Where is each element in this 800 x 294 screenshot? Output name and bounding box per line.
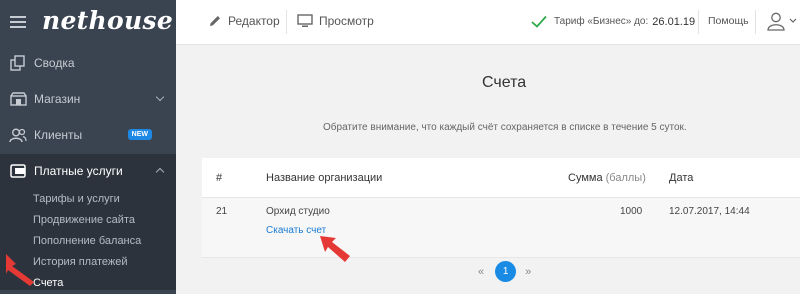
- column-header-sum: Сумма (баллы): [568, 172, 646, 184]
- sidebar-item-label: Клиенты: [34, 128, 83, 142]
- tariff-date: 26.01.19: [652, 15, 696, 28]
- submenu-item-invoices[interactable]: Счета: [33, 277, 63, 289]
- divider: [698, 10, 699, 34]
- hamburger-menu-icon[interactable]: [10, 16, 26, 28]
- sidebar-item-paid-services[interactable]: Платные услуги: [0, 154, 176, 188]
- column-header-number: #: [216, 172, 223, 184]
- top-bar: Редактор Просмотр Тариф «Бизнес» до: 26.…: [176, 0, 800, 45]
- sidebar-item-store[interactable]: Магазин: [0, 82, 176, 116]
- pagination: « 1 »: [478, 261, 531, 282]
- chevron-down-icon: [789, 18, 797, 24]
- monitor-icon: [297, 14, 313, 28]
- sidebar-header: nethouse: [0, 0, 176, 46]
- table-header: # Название организации Сумма (баллы) Дат…: [202, 158, 800, 198]
- sum-label: Сумма: [568, 172, 603, 184]
- sum-unit: (баллы): [605, 172, 646, 184]
- copy-icon: [9, 55, 27, 71]
- submenu-item-payment-history[interactable]: История платежей: [33, 256, 128, 268]
- cell-date: 12.07.2017, 14:44: [669, 206, 750, 217]
- new-badge: NEW: [127, 129, 152, 140]
- column-header-organization: Название организации: [266, 172, 383, 184]
- invoices-table: # Название организации Сумма (баллы) Дат…: [202, 158, 800, 258]
- pagination-page-current[interactable]: 1: [495, 261, 517, 282]
- preview-button[interactable]: Просмотр: [297, 14, 374, 28]
- store-icon: [9, 91, 27, 107]
- divider: [755, 10, 756, 34]
- pagination-prev[interactable]: «: [478, 266, 484, 278]
- chevron-up-icon: [155, 167, 165, 177]
- help-link[interactable]: Помощь: [708, 15, 749, 27]
- sidebar: nethouse Сводка Магазин Клиенты NEW Плат…: [0, 0, 176, 294]
- user-menu[interactable]: [766, 11, 797, 31]
- chevron-down-icon: [155, 92, 165, 102]
- cell-number: 21: [216, 206, 228, 217]
- submenu-item-promotion[interactable]: Продвижение сайта: [33, 214, 135, 226]
- cell-organization: Орхид студио: [266, 206, 330, 217]
- check-icon: [531, 15, 547, 28]
- sidebar-item-overview[interactable]: Сводка: [0, 46, 176, 80]
- tariff-status[interactable]: Тариф «Бизнес» до: 26.01.19: [531, 15, 695, 28]
- tariff-label: Тариф «Бизнес» до:: [554, 16, 649, 27]
- editor-button[interactable]: Редактор: [208, 14, 280, 28]
- nethouse-logo[interactable]: nethouse: [42, 6, 173, 35]
- column-header-date: Дата: [669, 172, 694, 184]
- users-icon: [9, 127, 27, 143]
- sidebar-item-clients[interactable]: Клиенты NEW: [0, 118, 176, 152]
- annotation-arrow-icon: [2, 254, 34, 286]
- pencil-icon: [208, 14, 222, 28]
- sidebar-item-label: Платные услуги: [34, 164, 123, 178]
- pagination-next[interactable]: »: [525, 266, 531, 278]
- user-icon: [766, 11, 786, 31]
- submenu-item-tariffs[interactable]: Тарифы и услуги: [33, 193, 120, 205]
- cell-sum: 1000: [620, 206, 643, 217]
- submenu-item-topup[interactable]: Пополнение баланса: [33, 235, 141, 247]
- preview-label: Просмотр: [319, 14, 374, 28]
- sidebar-item-label: Магазин: [34, 92, 81, 106]
- sidebar-item-label: Сводка: [34, 56, 75, 70]
- wallet-icon: [9, 163, 27, 179]
- annotation-arrow-icon: [320, 236, 350, 262]
- notice-text: Обратите внимание, что каждый счёт сохра…: [323, 122, 687, 133]
- page-title: Счета: [482, 74, 527, 91]
- divider: [286, 10, 287, 34]
- editor-label: Редактор: [228, 14, 280, 28]
